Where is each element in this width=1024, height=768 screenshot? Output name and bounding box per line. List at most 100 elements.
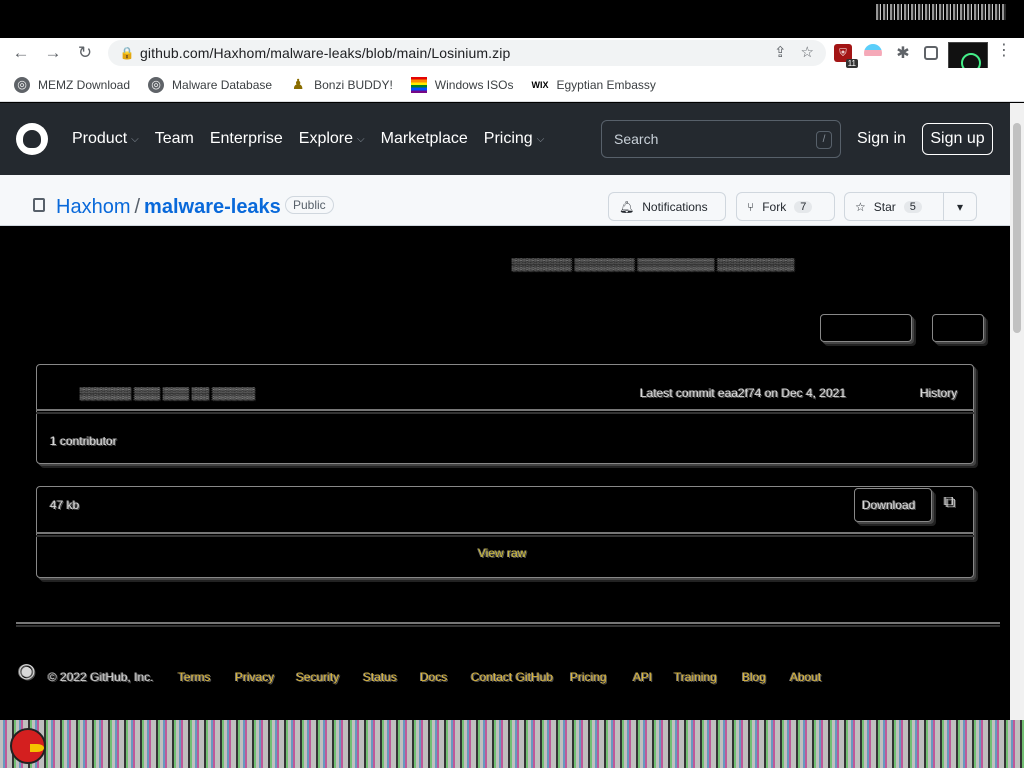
puzzle-icon[interactable]: ✱	[894, 44, 912, 62]
fork-count: 7	[794, 200, 813, 213]
extension-badge: 11	[845, 59, 858, 68]
star-button[interactable]: ☆ Star 5	[844, 192, 944, 221]
lock-icon[interactable]: 🔒	[114, 46, 140, 60]
bookmark-label: MEMZ Download	[38, 77, 131, 92]
search-input[interactable]: Search /	[601, 120, 841, 158]
nav-explore[interactable]: Explore ⌵	[299, 130, 365, 148]
bookmarks-bar: ◎ MEMZ Download ◎ Malware Database ♟ Bonzi …	[0, 68, 1024, 102]
share-icon[interactable]: ⇪	[774, 43, 787, 61]
nav-product[interactable]: Product ⌵	[72, 130, 139, 148]
repo-title: Haxhom / malware-leaks	[56, 196, 281, 219]
nav-label: Enterprise	[209, 130, 283, 147]
search-placeholder: Search	[614, 131, 659, 147]
chevron-down-icon: ⌵	[131, 133, 139, 145]
nav-enterprise[interactable]: Enterprise	[210, 130, 283, 148]
fork-label: Fork	[762, 199, 787, 214]
bell-icon: 🔔︎	[619, 199, 635, 214]
reload-icon[interactable]: ↻	[69, 38, 101, 68]
footer-link[interactable]: Pricing	[570, 670, 607, 684]
fork-button[interactable]: ⑂ Fork 7	[736, 192, 835, 221]
nav-label: Explore	[298, 130, 354, 147]
footer-link[interactable]: Training	[674, 670, 717, 684]
rainbow-flag-icon	[410, 76, 427, 93]
file-header-box	[36, 364, 974, 464]
view-raw-link[interactable]: View raw	[478, 546, 526, 560]
copy-icon[interactable]: ⧉	[944, 494, 955, 512]
github-logo-icon[interactable]	[16, 123, 48, 155]
github-nav: Product ⌵ Team Enterprise Explore ⌵ Market…	[72, 130, 544, 148]
repo-icon	[33, 198, 45, 212]
footer-link[interactable]: Terms	[178, 670, 211, 684]
scrollbar-thumb[interactable]	[1013, 123, 1021, 333]
nav-team[interactable]: Team	[155, 130, 194, 148]
page-scrollbar[interactable]	[1010, 103, 1024, 720]
notifications-button[interactable]: 🔔︎ Notifications	[608, 192, 726, 221]
fork-icon: ⑂	[747, 199, 755, 214]
star-dropdown-button[interactable]: ▾	[943, 192, 977, 221]
history-link[interactable]: History	[920, 386, 957, 400]
glitch-box	[820, 314, 912, 342]
footer-link[interactable]: Privacy	[235, 670, 274, 684]
glitch-text-row: ▒▒▒▒▒▒▒ ▒▒▒▒▒▒▒ ▒▒▒▒▒▒▒▒▒ ▒▒▒▒▒▒▒▒▒	[512, 257, 795, 271]
chevron-down-icon: ⌵	[536, 133, 545, 145]
back-icon[interactable]: ←	[5, 38, 37, 68]
nav-label: Pricing	[483, 130, 533, 147]
glitch-text-row: ▒▒▒▒▒▒ ▒▒▒ ▒▒▒ ▒▒ ▒▒▒▒▒	[80, 386, 255, 400]
globe-icon: ◎	[14, 76, 30, 93]
github-header: Product ⌵ Team Enterprise Explore ⌵ Market…	[0, 103, 1010, 175]
angry-bird-icon[interactable]	[10, 728, 46, 764]
footer-link[interactable]: Status	[363, 670, 397, 684]
bookmark-label: Malware Database	[172, 77, 273, 92]
chevron-down-icon: ⌵	[357, 133, 365, 145]
url-text[interactable]: github.com/Haxhom/malware-leaks/blob/mai…	[140, 45, 510, 61]
bookmark-memz[interactable]: ◎ MEMZ Download	[14, 76, 131, 93]
footer-link[interactable]: API	[633, 670, 652, 684]
bookmark-windows-isos[interactable]: Windows ISOs	[410, 76, 514, 93]
extension-icon[interactable]: ⛨ 11	[834, 44, 858, 68]
repo-owner-link[interactable]: Haxhom	[56, 196, 130, 218]
sign-in-link[interactable]: Sign in	[857, 130, 906, 148]
latest-commit[interactable]: Latest commit eaa2f74 on Dec 4, 2021	[640, 386, 846, 400]
bookmark-label: Windows ISOs	[434, 77, 514, 92]
chevron-down-icon: ▾	[956, 199, 964, 214]
nav-label: Team	[154, 130, 194, 147]
repo-header: Haxhom / malware-leaks Public 🔔︎ Notificati…	[0, 175, 1010, 226]
bookmark-malware-database[interactable]: ◎ Malware Database	[148, 76, 273, 93]
download-label: Download	[862, 498, 916, 512]
forward-icon[interactable]: →	[37, 38, 69, 68]
divider	[36, 409, 974, 411]
footer-link[interactable]: Security	[296, 670, 339, 684]
footer-link[interactable]: Blog	[742, 670, 766, 684]
bookmark-star-icon[interactable]: ☆	[801, 43, 814, 61]
nav-pricing[interactable]: Pricing ⌵	[484, 130, 545, 148]
github-footer-logo-icon[interactable]: ◉	[18, 658, 35, 683]
footer-copyright: © 2022 GitHub, Inc.	[48, 670, 154, 684]
nav-marketplace[interactable]: Marketplace	[381, 130, 468, 148]
repo-separator: /	[134, 196, 141, 218]
footer-link[interactable]: Docs	[420, 670, 447, 684]
bookmark-egyptian-embassy[interactable]: WIX Egyptian Embassy	[531, 77, 655, 93]
repo-name-link[interactable]: malware-leaks	[144, 196, 281, 218]
contributors-text: 1 contributor	[50, 434, 117, 448]
star-count: 5	[903, 200, 922, 213]
side-panel-icon[interactable]	[924, 46, 938, 60]
glitched-taskbar	[0, 720, 1024, 768]
footer-link[interactable]: Contact GitHub	[471, 670, 553, 684]
visibility-badge: Public	[285, 196, 334, 214]
file-size: 47 kb	[50, 498, 80, 512]
divider	[36, 532, 974, 534]
glitch-box	[932, 314, 984, 342]
star-label: Star	[873, 199, 896, 214]
glitch-artifact	[876, 4, 1006, 20]
globe-icon: ◎	[148, 76, 165, 93]
nav-label: Marketplace	[380, 130, 468, 147]
bookmark-label: Egyptian Embassy	[556, 77, 656, 92]
more-menu-icon[interactable]: ⋮	[996, 40, 1012, 60]
slash-key-hint: /	[816, 131, 832, 149]
trans-flag-extension-icon[interactable]	[864, 44, 882, 62]
footer-link[interactable]: About	[790, 670, 821, 684]
address-bar[interactable]: 🔒 github.com/Haxhom/malware-leaks/blob/m…	[108, 40, 826, 66]
sign-up-button[interactable]: Sign up	[922, 123, 993, 155]
window-titlebar	[0, 0, 1024, 38]
bookmark-bonzi[interactable]: ♟ Bonzi BUDDY!	[290, 76, 393, 93]
